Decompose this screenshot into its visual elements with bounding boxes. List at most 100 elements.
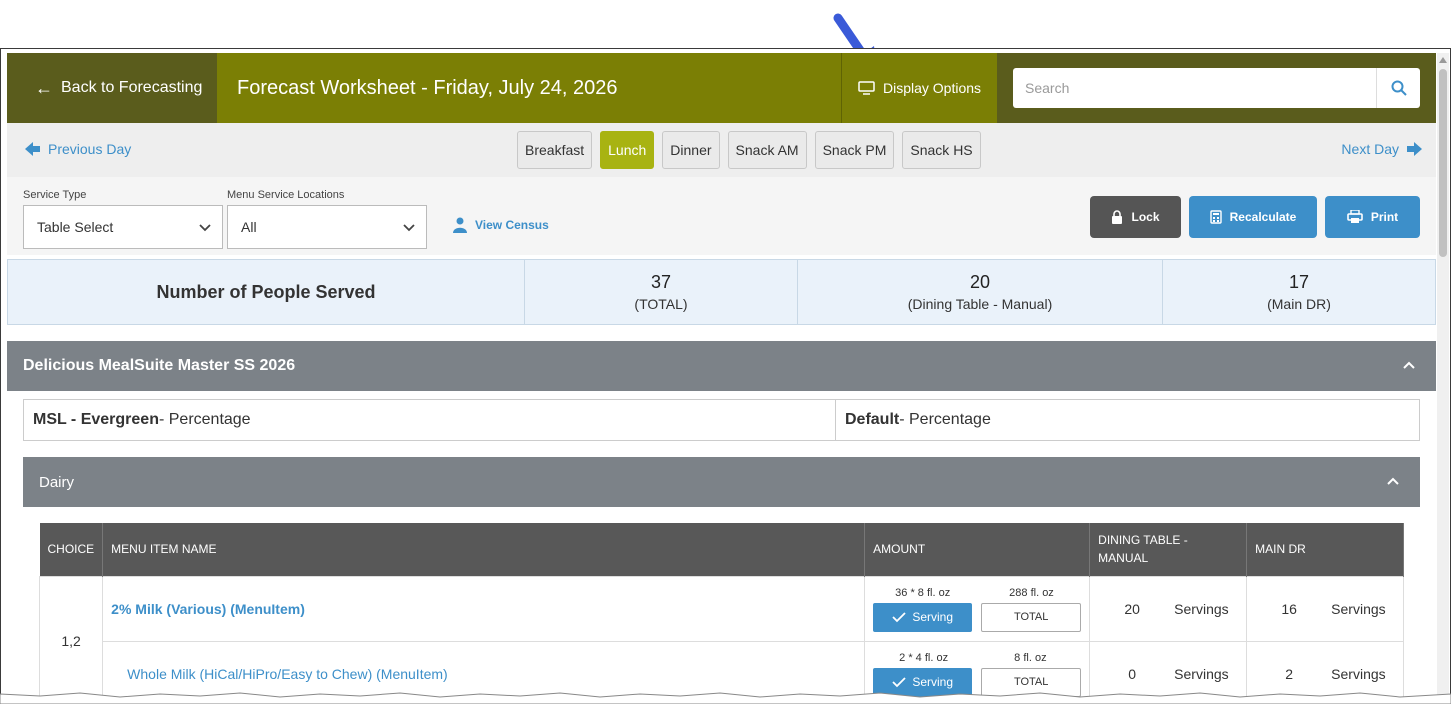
rule-name: Default bbox=[845, 411, 900, 428]
page-title: Forecast Worksheet - Friday, July 24, 20… bbox=[217, 53, 841, 123]
search-icon bbox=[1391, 80, 1407, 96]
rule-type: - Percentage bbox=[158, 411, 251, 428]
chevron-up-icon bbox=[1403, 361, 1415, 369]
amount-per-serving: 36 * 8 fl. oz bbox=[895, 586, 951, 599]
table-row: 1,2 2% Milk (Various) (MenuItem) 36 * 8 … bbox=[38, 575, 1404, 704]
monitor-icon bbox=[858, 81, 875, 95]
menu-section-title: Delicious MealSuite Master SS 2026 bbox=[23, 357, 296, 374]
person-icon bbox=[453, 217, 467, 233]
chevron-down-icon bbox=[403, 224, 415, 232]
locations-select[interactable]: All bbox=[227, 205, 427, 249]
vertical-scrollbar[interactable] bbox=[1437, 53, 1449, 703]
scroll-up-icon[interactable] bbox=[1439, 57, 1447, 63]
header-bar: ← Back to Forecasting Forecast Worksheet… bbox=[7, 53, 1436, 123]
meal-tabs: Breakfast Lunch Dinner Snack AM Snack PM… bbox=[517, 131, 989, 169]
column-header-choice: CHOICE bbox=[39, 523, 104, 576]
menu-section-header[interactable]: Delicious MealSuite Master SS 2026 bbox=[7, 341, 1436, 391]
locations-label: Menu Service Locations bbox=[227, 189, 345, 201]
column-header-dining-table: DINING TABLE - MANUAL bbox=[1089, 523, 1248, 576]
view-census-link[interactable]: View Census bbox=[453, 217, 549, 233]
servings-unit: Servings bbox=[1174, 665, 1229, 682]
forecast-rules: MSL - Evergreen - Percentage Default - P… bbox=[23, 399, 1420, 441]
previous-day-link[interactable]: Previous Day bbox=[25, 141, 131, 157]
column-header-menu-item: MENU ITEM NAME bbox=[102, 523, 866, 576]
service-type-label: Service Type bbox=[23, 189, 87, 201]
dining-table-cell: 20 Servings bbox=[1089, 575, 1248, 642]
check-icon bbox=[892, 612, 906, 623]
rule-type: - Percentage bbox=[899, 411, 991, 428]
chevron-up-icon bbox=[1387, 477, 1399, 485]
recalculate-button[interactable]: Recalculate bbox=[1189, 196, 1317, 238]
people-stat-dining-table: 20 (Dining Table - Manual) bbox=[798, 260, 1163, 324]
amount-total: 8 fl. oz bbox=[1014, 651, 1047, 664]
scrollbar-thumb[interactable] bbox=[1439, 69, 1447, 257]
service-type-value: Table Select bbox=[37, 219, 114, 235]
check-icon bbox=[892, 677, 906, 688]
amount-cell: 36 * 8 fl. oz 288 fl. oz Serving TOTAL bbox=[864, 575, 1091, 642]
total-toggle-button[interactable]: TOTAL bbox=[981, 602, 1082, 632]
stat-value: 20 bbox=[969, 272, 991, 292]
people-stat-total: 37 (TOTAL) bbox=[525, 260, 798, 324]
servings-count: 16 bbox=[1281, 600, 1297, 617]
back-to-forecasting-button[interactable]: ← Back to Forecasting bbox=[7, 53, 217, 123]
lock-label: Lock bbox=[1131, 210, 1160, 224]
printer-icon bbox=[1347, 210, 1363, 223]
people-served-panel: Number of People Served 37 (TOTAL) 20 (D… bbox=[7, 259, 1436, 325]
column-header-amount: AMOUNT bbox=[864, 523, 1091, 576]
tab-dinner[interactable]: Dinner bbox=[662, 131, 720, 169]
search-input[interactable] bbox=[1013, 69, 1376, 107]
lock-icon bbox=[1112, 210, 1123, 224]
rule-name: MSL - Evergreen bbox=[33, 411, 159, 428]
tab-lunch[interactable]: Lunch bbox=[600, 131, 655, 169]
search-box bbox=[1013, 68, 1420, 108]
tab-snack-hs[interactable]: Snack HS bbox=[902, 131, 981, 169]
main-dr-cell: 16 Servings bbox=[1246, 575, 1404, 642]
people-stat-main-dr: 17 (Main DR) bbox=[1163, 260, 1435, 324]
serving-label: Serving bbox=[912, 675, 954, 689]
table-header-row: CHOICE MENU ITEM NAME AMOUNT DINING TABL… bbox=[39, 523, 1404, 576]
serving-toggle-button[interactable]: Serving bbox=[873, 602, 973, 632]
calculator-icon bbox=[1209, 210, 1222, 224]
servings-count: 0 bbox=[1128, 665, 1137, 682]
display-options-button[interactable]: Display Options bbox=[841, 53, 997, 123]
serving-label: Serving bbox=[912, 610, 954, 624]
stat-label: (Dining Table - Manual) bbox=[907, 296, 1053, 312]
recalculate-label: Recalculate bbox=[1229, 210, 1297, 224]
stat-value: 37 bbox=[650, 272, 672, 292]
rule-msl-evergreen: MSL - Evergreen - Percentage bbox=[24, 400, 836, 440]
search-button[interactable] bbox=[1376, 68, 1420, 108]
tab-breakfast[interactable]: Breakfast bbox=[517, 131, 593, 169]
rule-default: Default - Percentage bbox=[836, 400, 1419, 440]
search-area bbox=[997, 53, 1436, 123]
filters-bar: Service Type Table Select Menu Service L… bbox=[7, 177, 1436, 255]
previous-day-label: Previous Day bbox=[48, 141, 132, 157]
arrow-left-icon: ← bbox=[35, 77, 53, 98]
servings-count: 20 bbox=[1124, 600, 1140, 617]
lock-button[interactable]: Lock bbox=[1090, 196, 1181, 238]
meal-navigation: Previous Day Breakfast Lunch Dinner Snac… bbox=[7, 123, 1436, 177]
arrow-right-icon bbox=[1407, 142, 1422, 156]
servings-count: 2 bbox=[1285, 665, 1294, 682]
next-day-link[interactable]: Next Day bbox=[1341, 141, 1422, 157]
choice-cell: 1,2 bbox=[38, 575, 104, 704]
column-header-main-dr: MAIN DR bbox=[1246, 523, 1404, 576]
service-type-select[interactable]: Table Select bbox=[23, 205, 223, 249]
display-options-label: Display Options bbox=[883, 80, 982, 96]
print-label: Print bbox=[1370, 210, 1399, 224]
back-label: Back to Forecasting bbox=[61, 79, 203, 96]
menu-item-link[interactable]: 2% Milk (Various) (MenuItem) bbox=[102, 575, 866, 642]
menu-items-table: CHOICE MENU ITEM NAME AMOUNT DINING TABL… bbox=[38, 523, 1404, 704]
category-header-dairy[interactable]: Dairy bbox=[23, 457, 1420, 507]
tab-snack-am[interactable]: Snack AM bbox=[727, 131, 807, 169]
amount-per-serving: 2 * 4 fl. oz bbox=[899, 651, 949, 664]
arrow-left-icon bbox=[25, 142, 40, 156]
tab-snack-pm[interactable]: Snack PM bbox=[814, 131, 895, 169]
servings-unit: Servings bbox=[1331, 665, 1386, 682]
view-census-label: View Census bbox=[475, 218, 549, 232]
print-button[interactable]: Print bbox=[1325, 196, 1420, 238]
servings-unit: Servings bbox=[1174, 600, 1229, 617]
servings-unit: Servings bbox=[1331, 600, 1386, 617]
people-served-heading: Number of People Served bbox=[156, 281, 376, 302]
stat-label: (TOTAL) bbox=[634, 296, 688, 312]
next-day-label: Next Day bbox=[1341, 141, 1399, 157]
